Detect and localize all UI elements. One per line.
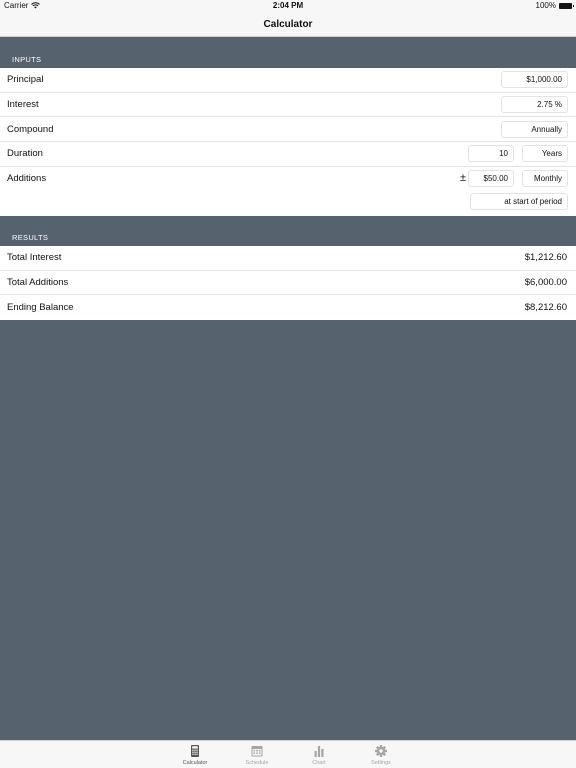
bar-chart-icon bbox=[294, 744, 344, 758]
compound-selector[interactable]: Annually bbox=[501, 120, 568, 138]
calculator-icon bbox=[170, 744, 220, 758]
results-group: Total Interest $1,212.60 Total Additions… bbox=[0, 246, 576, 321]
compound-row: Compound Annually bbox=[0, 117, 576, 143]
tab-settings[interactable]: Settings bbox=[356, 744, 406, 766]
additions-timing-selector[interactable]: at start of period bbox=[470, 192, 568, 210]
total-additions-row: Total Additions $6,000.00 bbox=[0, 271, 576, 296]
ending-balance-value: $8,212.60 bbox=[524, 302, 567, 314]
duration-unit-selector[interactable]: Years bbox=[522, 145, 568, 163]
additions-row: Additions ± $50.00 Monthly at start of p… bbox=[0, 167, 576, 216]
results-section-header: RESULTS bbox=[0, 215, 576, 246]
inputs-header-label: INPUTS bbox=[12, 55, 42, 64]
additions-frequency-selector[interactable]: Monthly bbox=[522, 169, 568, 187]
total-additions-value: $6,000.00 bbox=[524, 277, 567, 289]
compound-label: Compound bbox=[7, 123, 54, 135]
inputs-section-header: INPUTS bbox=[0, 37, 576, 68]
inputs-group: Principal $1,000.00 Interest 2.75 % Comp… bbox=[0, 68, 576, 216]
plus-minus-toggle[interactable]: ± bbox=[460, 172, 466, 184]
tab-calculator-label: Calculator bbox=[182, 760, 208, 766]
tab-chart-label: Chart bbox=[312, 760, 326, 766]
status-time: 2:04 PM bbox=[272, 1, 304, 10]
total-additions-label: Total Additions bbox=[7, 277, 69, 289]
duration-label: Duration bbox=[7, 148, 43, 160]
additions-amount-field[interactable]: $50.00 bbox=[468, 169, 514, 187]
tab-bar: Calculator Schedule Chart Settings bbox=[0, 740, 576, 768]
tab-schedule-label: Schedule bbox=[245, 760, 269, 766]
tab-settings-label: Settings bbox=[371, 760, 391, 766]
status-bar: Carrier 2:04 PM 100% bbox=[0, 0, 576, 12]
interest-field[interactable]: 2.75 % bbox=[501, 96, 568, 114]
duration-field[interactable]: 10 bbox=[468, 145, 514, 163]
ending-balance-label: Ending Balance bbox=[7, 302, 74, 314]
ending-balance-row: Ending Balance $8,212.60 bbox=[0, 295, 576, 320]
total-interest-label: Total Interest bbox=[7, 252, 62, 264]
battery-icon bbox=[559, 2, 574, 9]
duration-row: Duration 10 Years bbox=[0, 142, 576, 167]
navigation-bar: Calculator bbox=[0, 12, 576, 37]
principal-row: Principal $1,000.00 bbox=[0, 68, 576, 93]
tab-schedule[interactable]: Schedule bbox=[232, 744, 282, 766]
results-header-label: RESULTS bbox=[12, 233, 49, 242]
calendar-icon bbox=[232, 744, 282, 758]
principal-field[interactable]: $1,000.00 bbox=[501, 71, 568, 89]
tab-calculator[interactable]: Calculator bbox=[170, 744, 220, 766]
interest-row: Interest 2.75 % bbox=[0, 93, 576, 118]
interest-label: Interest bbox=[7, 99, 39, 111]
battery-info: 100% bbox=[535, 1, 574, 10]
tab-chart[interactable]: Chart bbox=[294, 744, 344, 766]
page-title: Calculator bbox=[263, 18, 313, 30]
principal-label: Principal bbox=[7, 74, 44, 86]
total-interest-row: Total Interest $1,212.60 bbox=[0, 246, 576, 271]
additions-label: Additions bbox=[7, 172, 47, 184]
gear-icon bbox=[356, 744, 406, 758]
total-interest-value: $1,212.60 bbox=[524, 252, 567, 264]
battery-percent: 100% bbox=[535, 1, 556, 10]
